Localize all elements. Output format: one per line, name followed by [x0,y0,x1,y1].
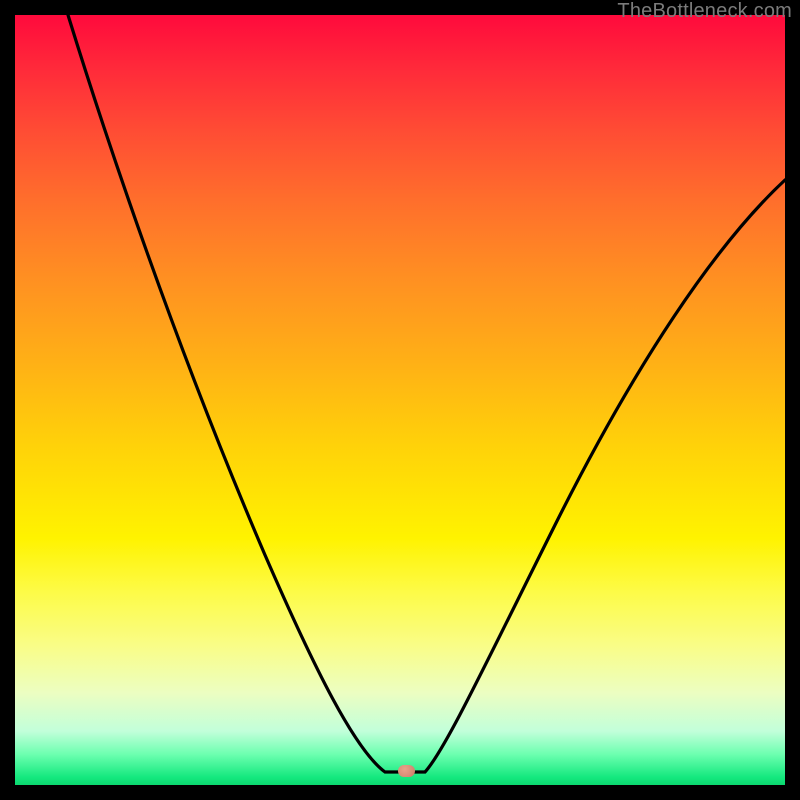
chart-frame: TheBottleneck.com [0,0,800,800]
bottleneck-curve [15,15,785,785]
curve-path [68,15,785,772]
plot-area [15,15,785,785]
watermark-text: TheBottleneck.com [617,0,792,23]
optimal-point-marker [398,765,415,777]
